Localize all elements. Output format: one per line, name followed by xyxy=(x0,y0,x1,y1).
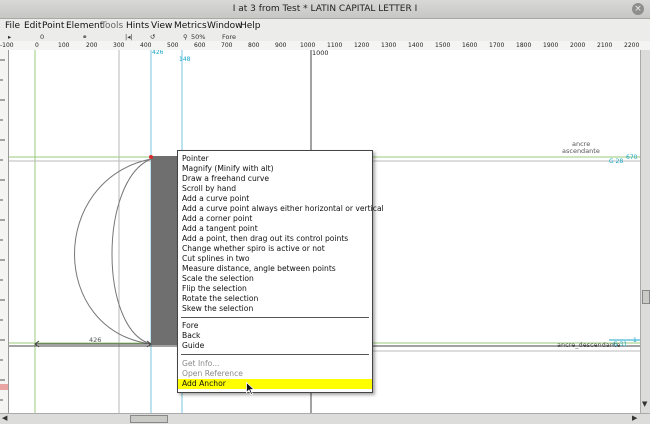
menu-file[interactable]: File xyxy=(5,19,20,33)
scroll-right-icon[interactable]: ▶ xyxy=(632,414,637,422)
ruler-tick: -100 xyxy=(0,42,14,49)
zoom-level: 50% xyxy=(191,33,206,41)
ruler-tick: 100 xyxy=(58,42,70,49)
pointer-icon: ▸ xyxy=(8,33,12,41)
ruler-tick: 700 xyxy=(221,42,233,49)
ruler-tick: 2100 xyxy=(597,42,613,49)
menu-item-spiro[interactable]: Change whether spiro is active or not xyxy=(182,244,325,254)
bracket-icon: |◂| xyxy=(125,33,133,41)
width-label: 426 xyxy=(89,336,102,344)
menu-item-curve-point[interactable]: Add a curve point xyxy=(182,194,249,204)
anchor-bottom-value: 1 xyxy=(633,337,637,344)
ruler-tick: 300 xyxy=(113,42,125,49)
scroll-down-icon[interactable]: ▼ xyxy=(642,400,647,408)
ruler-tick: 1600 xyxy=(462,42,478,49)
menu-tools[interactable]: Tools xyxy=(101,19,123,33)
vertical-scrollbar[interactable]: ▼ xyxy=(640,50,650,413)
menu-item-corner-point[interactable]: Add a corner point xyxy=(182,214,252,224)
menu-item-scroll[interactable]: Scroll by hand xyxy=(182,184,236,194)
ruler-tick: 400 xyxy=(140,42,152,49)
layer-label: Fore xyxy=(222,33,237,41)
menu-help[interactable]: Help xyxy=(240,19,261,33)
ruler-tick: 0 xyxy=(35,42,39,49)
menu-item-guide[interactable]: Guide xyxy=(182,341,204,351)
menu-item-open-reference[interactable]: Open Reference xyxy=(182,369,243,379)
ruler-tick: 1900 xyxy=(543,42,559,49)
menu-item-drag-point[interactable]: Add a point, then drag out its control p… xyxy=(182,234,348,244)
magnify-icon: ⚲ xyxy=(183,33,188,41)
label-426-top: 426 xyxy=(152,50,164,56)
menu-edit[interactable]: Edit xyxy=(24,19,41,33)
horizontal-scroll-thumb[interactable] xyxy=(130,415,168,423)
window-title: I at 3 from Test * LATIN CAPITAL LETTER … xyxy=(232,4,418,14)
menu-item-skew[interactable]: Skew the selection xyxy=(182,304,253,314)
anchor-bottom-label: G 31 xyxy=(613,341,628,348)
menu-item-cut-splines[interactable]: Cut splines in two xyxy=(182,254,250,264)
spiral-icon: ↺ xyxy=(150,33,156,41)
menu-item-flip[interactable]: Flip the selection xyxy=(182,284,247,294)
ruler-tick: 1200 xyxy=(354,42,370,49)
ruler-tick: 1400 xyxy=(408,42,424,49)
ruler-tick: 1300 xyxy=(381,42,397,49)
ruler-tick: 800 xyxy=(248,42,260,49)
ruler-tick: 1100 xyxy=(327,42,343,49)
menu-item-tangent-point[interactable]: Add a tangent point xyxy=(182,224,258,234)
anchor-label-bottom: ancre_descendante xyxy=(557,341,621,349)
menu-point[interactable]: Point xyxy=(42,19,64,33)
anchor-point-value: 670 xyxy=(626,154,638,161)
link-icon: ⚭ xyxy=(82,33,88,41)
menubar: File Edit Point Element Tools Hints View… xyxy=(0,19,650,33)
menu-item-scale[interactable]: Scale the selection xyxy=(182,274,254,284)
menu-item-hv-curve-point[interactable]: Add a curve point always either horizont… xyxy=(182,204,384,214)
menu-item-freehand[interactable]: Draw a freehand curve xyxy=(182,174,269,184)
coord-x: 0 xyxy=(40,33,45,41)
ruler-tick: 600 xyxy=(194,42,206,49)
ruler-tick: 500 xyxy=(167,42,179,49)
menu-item-back[interactable]: Back xyxy=(182,331,200,341)
label-148: 148 xyxy=(179,56,191,63)
menu-item-add-anchor[interactable]: Add Anchor xyxy=(178,379,372,389)
tool-context-menu: Pointer Magnify (Minify with alt) Draw a… xyxy=(177,150,384,393)
menu-item-fore[interactable]: Fore xyxy=(182,321,198,331)
ruler-tick: 1700 xyxy=(489,42,505,49)
ruler-tick: 200 xyxy=(86,42,98,49)
ruler-tick: 2000 xyxy=(570,42,586,49)
menu-view[interactable]: View xyxy=(151,19,172,33)
ruler-tick: 900 xyxy=(275,42,287,49)
anchor-label-top-2: ascendante xyxy=(562,147,600,155)
menu-metrics[interactable]: Metrics xyxy=(174,19,207,33)
ruler-tick: 1800 xyxy=(516,42,532,49)
ruler-tick: 1000 xyxy=(300,42,316,49)
vertical-ruler xyxy=(0,50,9,413)
vertical-scroll-thumb[interactable] xyxy=(642,290,650,304)
status-row: ▸ 0 ⚭ |◂| ↺ ⚲ 50% Fore xyxy=(0,33,650,41)
menu-item-get-info[interactable]: Get Info... xyxy=(182,359,219,369)
label-1000: 1000 xyxy=(312,50,329,57)
horizontal-scrollbar[interactable]: ◀ ▶ xyxy=(0,413,650,424)
menu-separator xyxy=(181,317,369,318)
vertical-ruler-ticks xyxy=(0,59,8,401)
anchor-point-label: G 28 xyxy=(609,158,624,165)
menu-separator xyxy=(181,354,369,355)
scroll-left-icon[interactable]: ◀ xyxy=(2,414,7,422)
close-button[interactable]: × xyxy=(632,3,644,15)
menu-element[interactable]: Element xyxy=(66,19,103,33)
menu-window[interactable]: Window xyxy=(207,19,243,33)
menu-item-measure[interactable]: Measure distance, angle between points xyxy=(182,264,336,274)
menu-item-pointer[interactable]: Pointer xyxy=(182,154,209,164)
ruler-tick: 2200 xyxy=(624,42,640,49)
menu-item-rotate[interactable]: Rotate the selection xyxy=(182,294,258,304)
menu-hints[interactable]: Hints xyxy=(126,19,149,33)
mouse-cursor-icon xyxy=(246,382,255,395)
ruler-tick: 1500 xyxy=(435,42,451,49)
window-titlebar: I at 3 from Test * LATIN CAPITAL LETTER … xyxy=(0,0,650,19)
menu-item-magnify[interactable]: Magnify (Minify with alt) xyxy=(182,164,274,174)
